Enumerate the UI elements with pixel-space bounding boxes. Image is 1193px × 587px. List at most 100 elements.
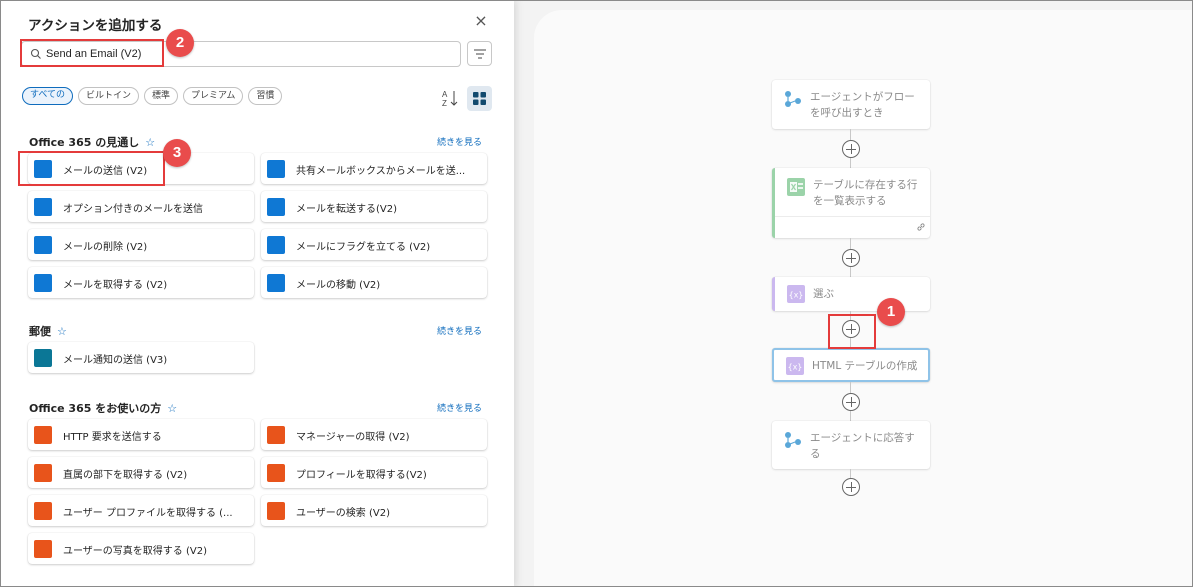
insert-step-button[interactable] bbox=[842, 393, 860, 411]
search-input[interactable] bbox=[46, 45, 446, 63]
agent-icon bbox=[785, 432, 801, 448]
action-label: メール通知の送信 (V3) bbox=[63, 355, 168, 366]
svg-text:A: A bbox=[442, 90, 448, 99]
section-title-outlook: Office 365 の見通し ☆ bbox=[29, 134, 155, 150]
link-icon bbox=[917, 223, 925, 231]
action-label: ユーザー プロファイルを取得する (... bbox=[63, 508, 233, 519]
action-forward-email[interactable]: メールを転送する(V2) bbox=[261, 191, 487, 222]
outlook-icon bbox=[267, 198, 285, 216]
office-icon bbox=[34, 464, 52, 482]
flow-node-trigger[interactable]: エージェントがフローを呼び出すとき bbox=[772, 80, 930, 129]
callout-badge-1: 1 bbox=[877, 298, 905, 326]
action-get-user-photo[interactable]: ユーザーの写真を取得する (V2) bbox=[28, 533, 254, 564]
flow-node-select[interactable]: {x} 選ぶ bbox=[772, 277, 930, 311]
chip-standard[interactable]: 標準 bbox=[144, 87, 179, 105]
connector bbox=[850, 267, 851, 277]
connector bbox=[850, 158, 851, 168]
chip-premium[interactable]: プレミアム bbox=[183, 87, 244, 105]
insert-step-button[interactable] bbox=[842, 249, 860, 267]
office-icon bbox=[267, 464, 285, 482]
action-label: メールを取得する (V2) bbox=[63, 280, 168, 291]
action-label: ユーザーの検索 (V2) bbox=[296, 508, 390, 519]
action-get-user-profile[interactable]: ユーザー プロファイルを取得する (... bbox=[28, 495, 254, 526]
connector bbox=[850, 411, 851, 421]
expression-icon: {x} bbox=[786, 357, 804, 375]
svg-text:Z: Z bbox=[442, 99, 447, 108]
section-title-text: Office 365 の見通し bbox=[29, 136, 140, 149]
action-send-email-notification[interactable]: メール通知の送信 (V3) bbox=[28, 342, 254, 373]
filter-button[interactable] bbox=[467, 41, 492, 66]
see-more-link[interactable]: 続きを見る bbox=[437, 401, 482, 414]
office-icon bbox=[34, 540, 52, 558]
office-icon bbox=[34, 426, 52, 444]
action-get-direct-reports[interactable]: 直属の部下を取得する (V2) bbox=[28, 457, 254, 488]
action-move-email[interactable]: メールの移動 (V2) bbox=[261, 267, 487, 298]
outlook-icon bbox=[34, 236, 52, 254]
action-label: メールにフラグを立てる (V2) bbox=[296, 242, 431, 253]
action-get-manager[interactable]: マネージャーの取得 (V2) bbox=[261, 419, 487, 450]
flow-node-label: 選ぶ bbox=[813, 288, 834, 300]
action-label: メールの送信 (V2) bbox=[63, 166, 148, 177]
outlook-icon bbox=[34, 198, 52, 216]
node-divider bbox=[775, 216, 930, 217]
outlook-icon bbox=[34, 274, 52, 292]
action-get-profile[interactable]: プロフィールを取得する(V2) bbox=[261, 457, 487, 488]
callout-badge-3: 3 bbox=[163, 139, 191, 167]
section-title-mail: 郵便 ☆ bbox=[29, 323, 67, 339]
svg-text:{x}: {x} bbox=[789, 291, 803, 300]
insert-step-button[interactable] bbox=[842, 140, 860, 158]
callout-badge-2: 2 bbox=[166, 29, 194, 57]
action-flag-email[interactable]: メールにフラグを立てる (V2) bbox=[261, 229, 487, 260]
flow-node-create-html-table[interactable]: {x} HTML テーブルの作成 bbox=[772, 348, 930, 382]
grid-view-button[interactable] bbox=[467, 86, 492, 111]
office-icon bbox=[267, 502, 285, 520]
action-search-users[interactable]: ユーザーの検索 (V2) bbox=[261, 495, 487, 526]
sort-button[interactable]: A Z bbox=[438, 86, 462, 110]
section-title-text: Office 365 をお使いの方 bbox=[29, 402, 162, 415]
flow-node-list-rows[interactable]: テーブルに存在する行を一覧表示する bbox=[772, 168, 930, 238]
action-label: ユーザーの写真を取得する (V2) bbox=[63, 546, 207, 557]
outlook-icon bbox=[34, 160, 52, 178]
see-more-link[interactable]: 続きを見る bbox=[437, 135, 482, 148]
outlook-icon bbox=[267, 274, 285, 292]
search-box[interactable] bbox=[21, 41, 461, 67]
chip-custom[interactable]: 習慣 bbox=[248, 87, 283, 105]
action-send-email-v2[interactable]: メールの送信 (V2) bbox=[28, 153, 254, 184]
chip-all[interactable]: すべての bbox=[22, 87, 74, 105]
action-label: メールの移動 (V2) bbox=[296, 280, 381, 291]
action-send-http-request[interactable]: HTTP 要求を送信する bbox=[28, 419, 254, 450]
star-icon[interactable]: ☆ bbox=[145, 136, 155, 149]
outlook-icon bbox=[267, 236, 285, 254]
action-delete-email[interactable]: メールの削除 (V2) bbox=[28, 229, 254, 260]
office-icon bbox=[34, 502, 52, 520]
mail-icon bbox=[34, 349, 52, 367]
insert-step-button-highlighted[interactable] bbox=[842, 320, 860, 338]
action-get-emails[interactable]: メールを取得する (V2) bbox=[28, 267, 254, 298]
close-button[interactable]: × bbox=[472, 12, 490, 30]
flow-node-label: エージェントに応答する bbox=[810, 432, 915, 460]
action-label: メールを転送する(V2) bbox=[296, 204, 398, 215]
panel-title: アクションを追加する bbox=[28, 18, 163, 34]
search-icon bbox=[30, 48, 41, 59]
section-title-office-users: Office 365 をお使いの方 ☆ bbox=[29, 400, 177, 416]
add-action-panel: アクションを追加する × すべての ビルトイン 標準 プレミアム 習慣 A Z bbox=[0, 0, 514, 587]
insert-step-button[interactable] bbox=[842, 478, 860, 496]
star-icon[interactable]: ☆ bbox=[167, 402, 177, 415]
action-label: プロフィールを取得する(V2) bbox=[296, 470, 427, 481]
svg-text:{x}: {x} bbox=[788, 363, 802, 372]
chip-builtin[interactable]: ビルトイン bbox=[78, 87, 140, 105]
action-send-with-options[interactable]: オプション付きのメールを送信 bbox=[28, 191, 254, 222]
sort-az-icon: A Z bbox=[442, 90, 458, 108]
star-icon[interactable]: ☆ bbox=[57, 325, 67, 338]
flow-node-label: HTML テーブルの作成 bbox=[812, 360, 918, 372]
action-label: HTTP 要求を送信する bbox=[63, 432, 162, 443]
connector bbox=[850, 338, 851, 348]
action-label: 直属の部下を取得する (V2) bbox=[63, 470, 188, 481]
action-label: マネージャーの取得 (V2) bbox=[296, 432, 410, 443]
flow-node-respond[interactable]: エージェントに応答する bbox=[772, 421, 930, 469]
see-more-link[interactable]: 続きを見る bbox=[437, 324, 482, 337]
flow-node-label: エージェントがフローを呼び出すとき bbox=[810, 91, 915, 119]
excel-icon bbox=[787, 178, 805, 196]
action-send-shared-mailbox[interactable]: 共有メールボックスからメールを送... bbox=[261, 153, 487, 184]
grid-icon bbox=[473, 92, 486, 105]
